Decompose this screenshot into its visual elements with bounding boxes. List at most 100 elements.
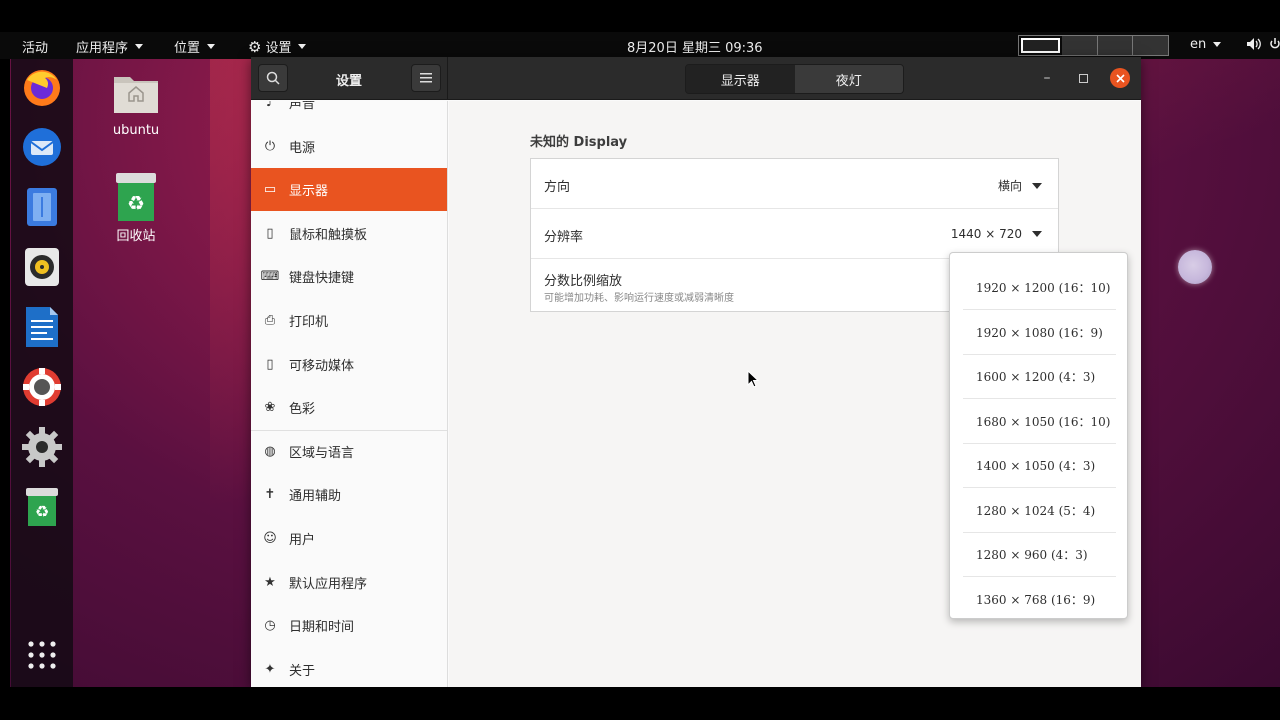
resolution-label: 分辨率 bbox=[544, 230, 584, 245]
menu-button[interactable] bbox=[411, 64, 441, 92]
help-icon[interactable] bbox=[20, 365, 64, 409]
resolution-option[interactable]: 1280 × 1024 (5：4) bbox=[963, 489, 1116, 533]
maximize-button[interactable] bbox=[1073, 68, 1093, 88]
display-title: 未知的 Display bbox=[530, 135, 628, 150]
workspace-1[interactable] bbox=[1021, 38, 1060, 53]
resolution-option[interactable]: 1280 × 960 (4：3) bbox=[963, 533, 1116, 577]
workspace-switcher[interactable] bbox=[1018, 35, 1169, 56]
resolution-popover: 1920 × 1200 (16：10) 1920 × 1080 (16：9) 160… bbox=[949, 252, 1128, 619]
resolution-option[interactable]: 1360 × 768 (16：9) bbox=[963, 578, 1116, 619]
dropdown-arrow-icon bbox=[1032, 231, 1042, 237]
sidebar-item[interactable]: ▯ 可移动媒体 bbox=[251, 343, 447, 386]
clock[interactable]: 8月20日 星期三 09:36 bbox=[627, 37, 763, 56]
sidebar-item[interactable]: ❀ 色彩 bbox=[251, 386, 447, 429]
orientation-label: 方向 bbox=[544, 180, 571, 195]
letterbox-top bbox=[0, 0, 1280, 32]
orientation-value: 横向 bbox=[997, 179, 1022, 193]
sidebar-item[interactable]: ☺ 用户 bbox=[251, 517, 447, 560]
activities-button[interactable]: 活动 bbox=[22, 37, 48, 56]
show-apps-icon[interactable] bbox=[20, 633, 64, 677]
search-button[interactable] bbox=[258, 64, 288, 92]
sidebar-item-label: 电源 bbox=[289, 140, 316, 156]
chevron-down-icon bbox=[298, 44, 307, 49]
workspace-2[interactable] bbox=[1061, 36, 1098, 55]
svg-text:♻: ♻ bbox=[127, 191, 145, 215]
sidebar-item[interactable]: ▭ 显示器 bbox=[251, 168, 447, 212]
fractional-scaling-subtitle: 可能增加功耗、影响运行速度或减弱清晰度 bbox=[544, 293, 734, 304]
sidebar-item-label: 显示器 bbox=[289, 184, 329, 200]
floating-bubble[interactable] bbox=[1178, 250, 1212, 284]
tab-night-light[interactable]: 夜灯 bbox=[794, 65, 903, 93]
close-button[interactable] bbox=[1110, 68, 1130, 88]
firefox-icon[interactable] bbox=[20, 65, 64, 109]
sidebar[interactable]: ♪ 声音 ⏻ 电源 ▭ 显示器 ▯ 鼠标和触摸板 ⌨ 键盘快捷键 ⎙ 打印机 ▯ 可移动媒体 ❀ 色彩 ◍ 区域与… bbox=[251, 101, 448, 687]
sidebar-item[interactable]: ▯ 鼠标和触摸板 bbox=[251, 212, 447, 255]
language-label: en bbox=[1190, 37, 1207, 52]
keyboard-icon: ⌨ bbox=[260, 269, 280, 285]
orientation-dropdown[interactable]: 横向 bbox=[998, 177, 1042, 194]
sidebar-item-label: 可移动媒体 bbox=[289, 358, 355, 374]
desktop-icon-label: ubuntu bbox=[112, 123, 160, 138]
files-icon[interactable] bbox=[20, 185, 64, 229]
sidebar-item[interactable]: ★ 默认应用程序 bbox=[251, 561, 447, 604]
orientation-row[interactable]: 方向 横向 bbox=[531, 159, 1058, 209]
volume-icon[interactable] bbox=[1246, 37, 1262, 51]
tab-displays[interactable]: 显示器 bbox=[686, 65, 795, 93]
resolution-option[interactable]: 1920 × 1080 (16：9) bbox=[963, 311, 1116, 355]
resolution-option[interactable]: 1680 × 1050 (16：10) bbox=[963, 400, 1116, 444]
language-menu[interactable]: en bbox=[1190, 37, 1222, 52]
clock-icon: ◷ bbox=[264, 618, 276, 634]
resolution-option[interactable]: 1400 × 1050 (4：3) bbox=[963, 444, 1116, 488]
star-icon: ★ bbox=[264, 574, 276, 590]
trash-icon: ♻ bbox=[112, 171, 160, 221]
places-menu[interactable]: 位置 bbox=[174, 37, 216, 56]
sidebar-item[interactable]: ✝ 通用辅助 bbox=[251, 473, 447, 516]
sidebar-item-label: 鼠标和触摸板 bbox=[289, 227, 368, 243]
resolution-option[interactable]: 1600 × 1200 (4：3) bbox=[963, 355, 1116, 399]
writer-icon[interactable] bbox=[20, 305, 64, 349]
sidebar-item[interactable]: ⌨ 键盘快捷键 bbox=[251, 255, 447, 298]
tab-label: 显示器 bbox=[720, 73, 760, 89]
resolution-dropdown[interactable]: 1440 × 720 bbox=[951, 227, 1042, 241]
sidebar-item[interactable]: ♪ 声音 bbox=[251, 101, 447, 124]
desktop-icon-trash[interactable]: ♻ 回收站 bbox=[96, 171, 176, 244]
applications-menu[interactable]: 应用程序 bbox=[76, 37, 144, 56]
sidebar-item[interactable]: ⎙ 打印机 bbox=[251, 299, 447, 342]
power-icon: ⏻ bbox=[264, 138, 276, 154]
sidebar-item[interactable]: ◍ 区域与语言 bbox=[251, 430, 447, 473]
workspace-4[interactable] bbox=[1133, 36, 1168, 55]
sidebar-item-label: 区域与语言 bbox=[289, 445, 355, 461]
headerbar: 设置 显示器 夜灯 – bbox=[251, 57, 1141, 100]
view-switcher: 显示器 夜灯 bbox=[685, 64, 904, 94]
globe-icon: ◍ bbox=[264, 443, 276, 459]
app-menu[interactable]: ⚙ 设置 bbox=[248, 37, 307, 56]
minimize-button[interactable]: – bbox=[1037, 68, 1057, 88]
close-icon bbox=[1115, 73, 1125, 83]
workspace-3[interactable] bbox=[1097, 36, 1134, 55]
sidebar-header: 设置 bbox=[251, 57, 448, 100]
sidebar-item[interactable]: ✦ 关于 bbox=[251, 648, 447, 687]
rhythmbox-icon[interactable] bbox=[20, 245, 64, 289]
maximize-icon bbox=[1078, 73, 1088, 83]
dropdown-arrow-icon bbox=[1032, 182, 1042, 189]
chevron-down-icon bbox=[135, 44, 144, 49]
desktop-icon-home[interactable]: ubuntu bbox=[96, 69, 176, 138]
power-indicator-icon[interactable] bbox=[1270, 37, 1280, 51]
thunderbird-icon[interactable] bbox=[20, 125, 64, 169]
resolution-value: 1440 × 720 bbox=[950, 227, 1022, 241]
svg-text:♻: ♻ bbox=[35, 502, 49, 521]
removable-media-icon: ▯ bbox=[266, 356, 274, 372]
sidebar-item[interactable]: ◷ 日期和时间 bbox=[251, 604, 447, 647]
sidebar-item-label: 用户 bbox=[289, 533, 316, 548]
trash-icon[interactable]: ♻ bbox=[20, 485, 64, 529]
letterbox-bottom bbox=[0, 687, 1280, 720]
sidebar-item-label: 默认应用程序 bbox=[289, 576, 368, 592]
sidebar-item-label: 日期和时间 bbox=[289, 620, 355, 636]
sidebar-item[interactable]: ⏻ 电源 bbox=[251, 125, 447, 168]
tab-label: 夜灯 bbox=[835, 73, 862, 89]
sidebar-title: 设置 bbox=[335, 74, 362, 89]
settings-icon[interactable] bbox=[20, 425, 64, 469]
resolution-option[interactable]: 1920 × 1200 (16：10) bbox=[963, 266, 1116, 310]
app-menu-label: 设置 bbox=[265, 41, 292, 56]
top-panel: 活动 应用程序 位置 ⚙ 设置 8月20日 星期三 09:36 en bbox=[0, 32, 1280, 59]
